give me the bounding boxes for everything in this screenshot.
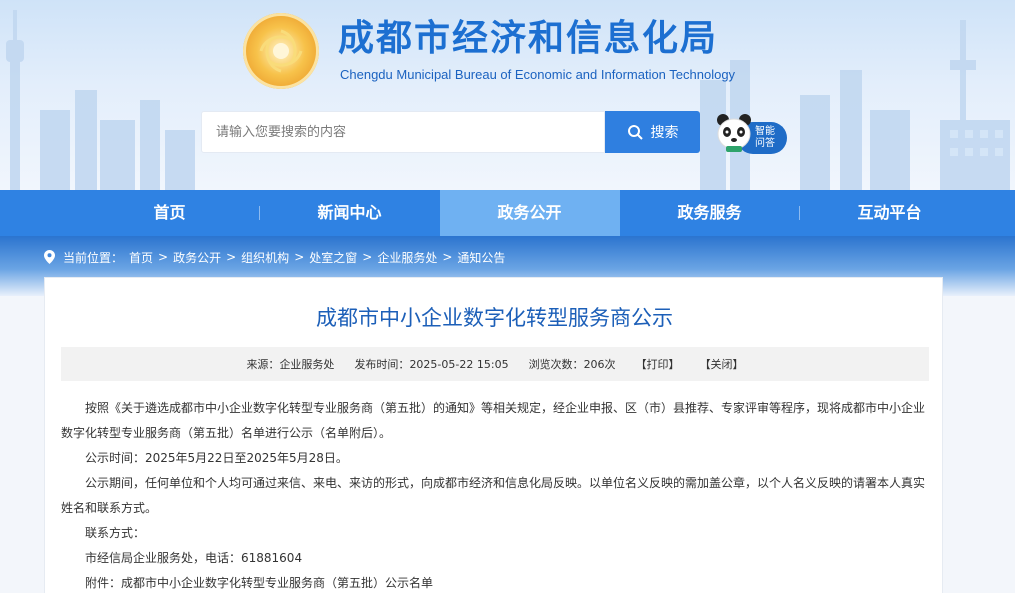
nav-item-label: 首页 (153, 203, 186, 222)
breadcrumb-item-division-window[interactable]: 处室之窗 (309, 249, 357, 266)
nav-item-news[interactable]: 新闻中心 (260, 190, 440, 236)
meta-views: 浏览次数：206次 (529, 356, 616, 372)
meta-views-label: 浏览次数： (528, 358, 584, 371)
meta-source-label: 来源： (246, 358, 280, 371)
meta-date-value: 2025-05-22 15:05 (409, 358, 509, 371)
breadcrumb-separator: > (362, 250, 373, 264)
nav-item-gov-affairs-open[interactable]: 政务公开 (439, 190, 620, 236)
meta-views-value: 206次 (583, 358, 616, 371)
article-paragraph: 市经信局企业服务处，电话：61881604 (85, 551, 303, 565)
breadcrumb-item-notices[interactable]: 通知公告 (457, 249, 505, 266)
breadcrumb: 当前位置： 首页 > 政务公开 > 组织机构 > 处室之窗 > 企业服务处 > … (44, 248, 505, 266)
article-paragraph: 公示期间，任何单位和个人均可通过来信、来电、来访的形式，向成都市经济和信息化局反… (61, 476, 926, 515)
breadcrumb-separator: > (442, 250, 453, 264)
smart-qa-label-2: 问答 (755, 138, 775, 149)
breadcrumb-item-gov-affairs-open[interactable]: 政务公开 (173, 249, 221, 266)
search-button[interactable]: 搜索 (605, 111, 700, 153)
location-pin-icon (44, 250, 55, 264)
attachment-link[interactable]: 附件：成都市中小企业数字化转型专业服务商（第五批）公示名单 (61, 571, 929, 593)
article-body: 按照《关于遴选成都市中小企业数字化转型专业服务商（第五批）的通知》等相关规定，经… (61, 396, 929, 593)
search-button-label: 搜索 (650, 125, 679, 141)
nav-item-interaction[interactable]: 互动平台 (800, 190, 980, 236)
nav-item-label: 政务公开 (497, 203, 562, 222)
breadcrumb-separator: > (158, 250, 169, 264)
nav-item-home[interactable]: 首页 (80, 190, 260, 236)
search-box (201, 111, 605, 153)
site-title: 成都市经济和信息化局 (338, 18, 719, 59)
search-input[interactable] (202, 112, 604, 152)
search-icon (627, 125, 643, 140)
close-link[interactable]: 【关闭】 (700, 356, 744, 372)
article-paragraph: 公示时间：2025年5月22日至2025年5月28日。 (85, 451, 348, 465)
meta-source: 来源：企业服务处 (246, 356, 334, 372)
breadcrumb-item-home[interactable]: 首页 (129, 249, 153, 266)
nav-item-gov-services[interactable]: 政务服务 (620, 190, 800, 236)
main-nav: 首页 新闻中心 政务公开 政务服务 互动平台 (0, 190, 1015, 236)
nav-item-label: 互动平台 (857, 203, 922, 222)
article-paragraph: 按照《关于遴选成都市中小企业数字化转型专业服务商（第五批）的通知》等相关规定，经… (61, 401, 926, 440)
article-title: 成都市中小企业数字化转型服务商公示 (316, 306, 673, 330)
breadcrumb-item-organization[interactable]: 组织机构 (241, 249, 289, 266)
nav-item-label: 新闻中心 (317, 203, 382, 222)
meta-date: 发布时间：2025-05-22 15:05 (354, 356, 508, 372)
site-header: 成都市经济和信息化局 Chengdu Municipal Bureau of E… (0, 0, 1015, 190)
breadcrumb-prefix: 当前位置： (63, 250, 124, 265)
site-subtitle: Chengdu Municipal Bureau of Economic and… (340, 67, 736, 82)
breadcrumb-separator: > (226, 250, 237, 264)
smart-qa-label-1: 智能 (755, 126, 775, 137)
meta-source-value: 企业服务处 (279, 358, 335, 371)
bureau-logo-icon (243, 13, 319, 89)
panda-mascot-icon[interactable] (716, 112, 752, 152)
article-paragraph: 联系方式： (85, 526, 146, 540)
print-link[interactable]: 【打印】 (636, 356, 680, 372)
article-meta-bar: 来源：企业服务处 发布时间：2025-05-22 15:05 浏览次数：206次… (61, 347, 929, 381)
article-card: 成都市中小企业数字化转型服务商公示 来源：企业服务处 发布时间：2025-05-… (44, 277, 943, 593)
meta-date-label: 发布时间： (354, 358, 410, 371)
breadcrumb-separator: > (294, 250, 305, 264)
nav-item-label: 政务服务 (677, 203, 742, 222)
breadcrumb-item-enterprise-service[interactable]: 企业服务处 (377, 249, 437, 266)
